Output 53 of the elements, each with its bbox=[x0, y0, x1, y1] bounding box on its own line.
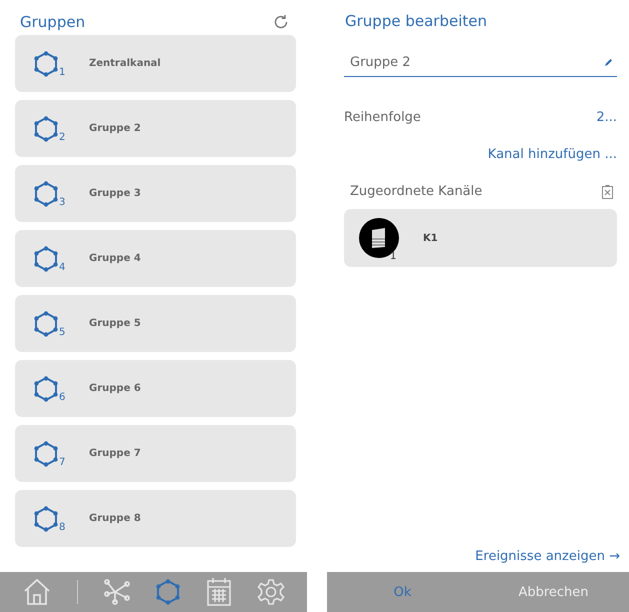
panel-title: Gruppen bbox=[20, 12, 86, 30]
group-name: Gruppe 5 bbox=[89, 318, 141, 329]
hexagon-icon bbox=[33, 116, 59, 142]
panel-title: Gruppe bearbeiten bbox=[344, 11, 488, 32]
network-icon[interactable] bbox=[102, 578, 131, 606]
group-number: 1 bbox=[59, 66, 66, 78]
order-label: Reihenfolge bbox=[344, 110, 421, 125]
channel-name: K1 bbox=[423, 232, 438, 244]
settings-icon[interactable] bbox=[256, 578, 285, 606]
name-input-field[interactable]: Gruppe 2 bbox=[344, 55, 617, 77]
hexagon-icon[interactable] bbox=[155, 579, 182, 605]
group-card[interactable]: 3 Gruppe 3 bbox=[15, 165, 296, 222]
group-card[interactable]: 4 Gruppe 4 bbox=[15, 230, 296, 287]
channel-card[interactable]: 1 K1 bbox=[344, 209, 617, 267]
group-number: 3 bbox=[59, 196, 66, 208]
hexagon-icon bbox=[33, 440, 59, 466]
group-card[interactable]: 8 Gruppe 8 bbox=[15, 490, 296, 547]
cancel-button[interactable]: Abbrechen bbox=[478, 572, 629, 612]
hexagon-icon bbox=[33, 506, 59, 532]
group-card[interactable]: 1 Zentralkanal bbox=[15, 35, 296, 92]
group-name: Gruppe 2 bbox=[89, 123, 141, 134]
group-number: 5 bbox=[59, 326, 66, 338]
pencil-icon[interactable] bbox=[604, 58, 613, 67]
group-card[interactable]: 2 Gruppe 2 bbox=[15, 100, 296, 157]
channel-number: 1 bbox=[390, 251, 396, 262]
hexagon-icon bbox=[33, 376, 59, 402]
home-icon[interactable] bbox=[22, 578, 52, 606]
group-card[interactable]: 7 Gruppe 7 bbox=[15, 425, 296, 482]
add-channel-link[interactable]: Kanal hinzufügen ... bbox=[488, 147, 617, 162]
group-name: Gruppe 7 bbox=[89, 448, 141, 459]
group-number: 7 bbox=[59, 456, 66, 468]
hexagon-icon bbox=[33, 246, 59, 272]
group-name: Gruppe 6 bbox=[89, 383, 141, 394]
hexagon-icon bbox=[33, 50, 59, 76]
group-name: Zentralkanal bbox=[89, 58, 161, 69]
group-number: 6 bbox=[59, 392, 66, 402]
group-name: Gruppe 8 bbox=[89, 513, 141, 524]
group-number: 2 bbox=[59, 132, 66, 142]
group-name: Gruppe 3 bbox=[89, 188, 141, 199]
calendar-icon[interactable] bbox=[206, 577, 232, 607]
clear-list-icon[interactable] bbox=[602, 184, 613, 198]
group-number: 8 bbox=[59, 522, 66, 532]
group-card[interactable]: 6 Gruppe 6 bbox=[15, 360, 296, 417]
group-card[interactable]: 5 Gruppe 5 bbox=[15, 295, 296, 352]
group-number: 4 bbox=[59, 262, 66, 272]
order-value[interactable]: 2... bbox=[596, 110, 617, 125]
refresh-icon[interactable] bbox=[273, 14, 289, 30]
blind-icon bbox=[359, 218, 399, 258]
show-events-link[interactable]: Ereignisse anzeigen → bbox=[475, 549, 620, 564]
assigned-channels-label: Zugeordnete Kanäle bbox=[350, 184, 482, 199]
group-name: Gruppe 4 bbox=[89, 253, 141, 264]
hexagon-icon bbox=[33, 180, 59, 206]
hexagon-icon bbox=[33, 310, 59, 336]
